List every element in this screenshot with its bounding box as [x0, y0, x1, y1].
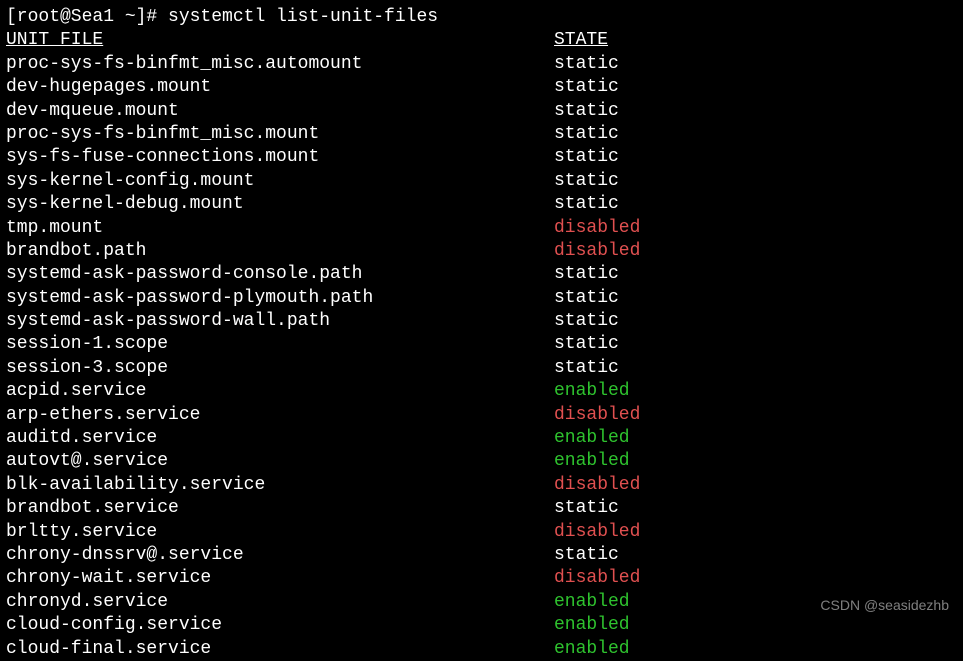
- unit-file-state: static: [554, 544, 957, 567]
- table-row: brandbot.pathdisabled: [6, 240, 957, 263]
- unit-file-name: cloud-final.service: [6, 638, 554, 661]
- unit-file-list: proc-sys-fs-binfmt_misc.automountstaticd…: [6, 53, 957, 661]
- unit-file-state: enabled: [554, 380, 957, 403]
- table-row: dev-mqueue.mountstatic: [6, 100, 957, 123]
- header-state: STATE: [554, 29, 957, 52]
- unit-file-name: brandbot.path: [6, 240, 554, 263]
- unit-file-name: brandbot.service: [6, 497, 554, 520]
- unit-file-state: static: [554, 170, 957, 193]
- unit-file-name: sys-kernel-config.mount: [6, 170, 554, 193]
- unit-file-state: enabled: [554, 614, 957, 637]
- unit-file-name: acpid.service: [6, 380, 554, 403]
- unit-file-state: static: [554, 497, 957, 520]
- unit-file-state: static: [554, 263, 957, 286]
- unit-file-name: chronyd.service: [6, 591, 554, 614]
- unit-file-name: systemd-ask-password-wall.path: [6, 310, 554, 333]
- table-row: systemd-ask-password-wall.pathstatic: [6, 310, 957, 333]
- unit-file-state: static: [554, 333, 957, 356]
- table-row: chrony-dnssrv@.servicestatic: [6, 544, 957, 567]
- unit-file-name: auditd.service: [6, 427, 554, 450]
- unit-file-name: proc-sys-fs-binfmt_misc.mount: [6, 123, 554, 146]
- table-row: auditd.serviceenabled: [6, 427, 957, 450]
- unit-file-state: disabled: [554, 404, 957, 427]
- unit-file-state: static: [554, 287, 957, 310]
- unit-file-name: arp-ethers.service: [6, 404, 554, 427]
- unit-file-state: disabled: [554, 240, 957, 263]
- unit-file-state: static: [554, 146, 957, 169]
- table-row: systemd-ask-password-console.pathstatic: [6, 263, 957, 286]
- table-row: brltty.servicedisabled: [6, 521, 957, 544]
- table-row: sys-fs-fuse-connections.mountstatic: [6, 146, 957, 169]
- table-row: cloud-config.serviceenabled: [6, 614, 957, 637]
- table-row: tmp.mountdisabled: [6, 217, 957, 240]
- unit-file-name: proc-sys-fs-binfmt_misc.automount: [6, 53, 554, 76]
- table-row: arp-ethers.servicedisabled: [6, 404, 957, 427]
- header-unit-file: UNIT FILE: [6, 29, 554, 52]
- unit-file-name: blk-availability.service: [6, 474, 554, 497]
- unit-file-name: autovt@.service: [6, 450, 554, 473]
- shell-prompt-line: [root@Sea1 ~]# systemctl list-unit-files: [6, 6, 957, 29]
- unit-file-name: dev-mqueue.mount: [6, 100, 554, 123]
- table-row: brandbot.servicestatic: [6, 497, 957, 520]
- table-row: proc-sys-fs-binfmt_misc.mountstatic: [6, 123, 957, 146]
- unit-file-state: static: [554, 310, 957, 333]
- table-row: sys-kernel-debug.mountstatic: [6, 193, 957, 216]
- unit-file-name: session-3.scope: [6, 357, 554, 380]
- table-row: session-1.scopestatic: [6, 333, 957, 356]
- table-row: chrony-wait.servicedisabled: [6, 567, 957, 590]
- table-row: chronyd.serviceenabled: [6, 591, 957, 614]
- unit-file-state: static: [554, 100, 957, 123]
- unit-file-name: sys-fs-fuse-connections.mount: [6, 146, 554, 169]
- table-row: cloud-final.serviceenabled: [6, 638, 957, 661]
- table-row: session-3.scopestatic: [6, 357, 957, 380]
- unit-file-name: dev-hugepages.mount: [6, 76, 554, 99]
- table-row: systemd-ask-password-plymouth.pathstatic: [6, 287, 957, 310]
- unit-file-name: tmp.mount: [6, 217, 554, 240]
- unit-file-state: disabled: [554, 521, 957, 544]
- unit-file-name: chrony-dnssrv@.service: [6, 544, 554, 567]
- unit-file-name: session-1.scope: [6, 333, 554, 356]
- unit-file-state: static: [554, 76, 957, 99]
- unit-file-state: static: [554, 53, 957, 76]
- unit-file-name: sys-kernel-debug.mount: [6, 193, 554, 216]
- unit-file-name: cloud-config.service: [6, 614, 554, 637]
- table-row: blk-availability.servicedisabled: [6, 474, 957, 497]
- unit-file-state: enabled: [554, 591, 957, 614]
- unit-file-name: systemd-ask-password-plymouth.path: [6, 287, 554, 310]
- unit-file-state: enabled: [554, 638, 957, 661]
- table-row: autovt@.serviceenabled: [6, 450, 957, 473]
- unit-file-state: enabled: [554, 450, 957, 473]
- unit-file-state: static: [554, 193, 957, 216]
- unit-file-name: brltty.service: [6, 521, 554, 544]
- unit-file-state: enabled: [554, 427, 957, 450]
- table-header: UNIT FILE STATE: [6, 29, 957, 52]
- table-row: acpid.serviceenabled: [6, 380, 957, 403]
- unit-file-state: disabled: [554, 567, 957, 590]
- unit-file-state: static: [554, 123, 957, 146]
- unit-file-state: disabled: [554, 217, 957, 240]
- table-row: sys-kernel-config.mountstatic: [6, 170, 957, 193]
- unit-file-name: systemd-ask-password-console.path: [6, 263, 554, 286]
- table-row: dev-hugepages.mountstatic: [6, 76, 957, 99]
- table-row: proc-sys-fs-binfmt_misc.automountstatic: [6, 53, 957, 76]
- unit-file-state: disabled: [554, 474, 957, 497]
- unit-file-state: static: [554, 357, 957, 380]
- unit-file-name: chrony-wait.service: [6, 567, 554, 590]
